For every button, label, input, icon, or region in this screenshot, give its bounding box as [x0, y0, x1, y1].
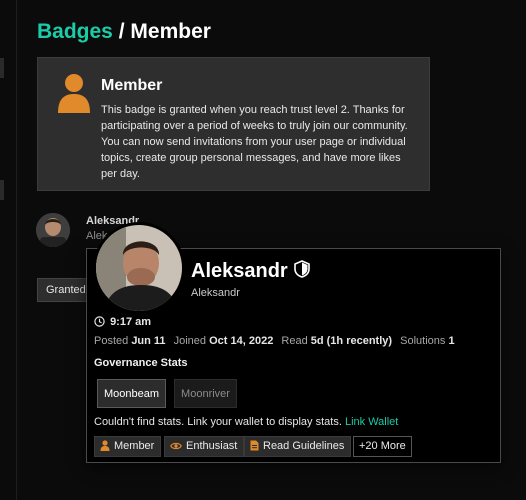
avatar[interactable]: [36, 213, 70, 247]
badge-card: Member This badge is granted when you re…: [37, 57, 430, 191]
user-card-avatar[interactable]: [93, 222, 185, 314]
sidebar-marker: [0, 180, 4, 200]
read-label: Read: [281, 335, 308, 347]
sidebar-edge: [0, 0, 17, 500]
tab-moonriver[interactable]: Moonriver: [174, 379, 237, 408]
breadcrumb-current: Member: [130, 20, 211, 43]
badge-title: Member: [101, 77, 163, 94]
badge-pill-read-guidelines[interactable]: Read Guidelines: [244, 436, 352, 457]
clock-icon: [94, 316, 105, 327]
solutions-value: 1: [448, 335, 455, 347]
user-card-local-time: 9:17 am: [94, 316, 151, 328]
badge-pill-enthusiast[interactable]: Enthusiast: [164, 436, 245, 457]
tab-moonbeam[interactable]: Moonbeam: [97, 379, 166, 408]
governance-stats-title: Governance Stats: [94, 357, 188, 369]
document-icon: [250, 440, 259, 451]
user-card-stats: Posted Jun 11 Joined Oct 14, 2022 Read 5…: [94, 335, 455, 347]
badge-description: This badge is granted when you reach tru…: [101, 104, 408, 180]
shield-icon: [293, 260, 310, 278]
user-card-display-name[interactable]: Aleksandr: [191, 260, 288, 282]
joined-value: Oct 14, 2022: [209, 335, 274, 347]
badge-pill-member[interactable]: Member: [94, 436, 162, 457]
eye-icon: [170, 442, 182, 450]
user-card-name: Aleksandr: [191, 260, 310, 283]
solutions-label: Solutions: [400, 335, 446, 347]
link-wallet-link[interactable]: Link Wallet: [345, 416, 398, 428]
sidebar-marker: [0, 58, 4, 78]
page-title: Badges / Member: [37, 20, 211, 44]
user-card-username: Aleksandr: [191, 287, 240, 299]
breadcrumb-separator: /: [118, 20, 125, 43]
read-value: 5d (1h recently): [310, 335, 393, 347]
wallet-message: Couldn't find stats. Link your wallet to…: [94, 416, 398, 428]
breadcrumb-badges-link[interactable]: Badges: [37, 20, 113, 43]
more-badges-button[interactable]: +20 More: [353, 436, 412, 457]
badge-pill-label: Enthusiast: [186, 440, 238, 452]
person-icon: [58, 74, 90, 113]
wallet-message-text: Couldn't find stats. Link your wallet to…: [94, 416, 342, 428]
person-icon: [100, 440, 110, 451]
badge-pill-label: Read Guidelines: [263, 440, 345, 452]
local-time-value: 9:17 am: [110, 316, 152, 328]
posted-label: Posted: [94, 335, 129, 347]
joined-label: Joined: [173, 335, 207, 347]
posted-value: Jun 11: [131, 335, 166, 347]
badge-pill-label: Member: [114, 440, 155, 452]
